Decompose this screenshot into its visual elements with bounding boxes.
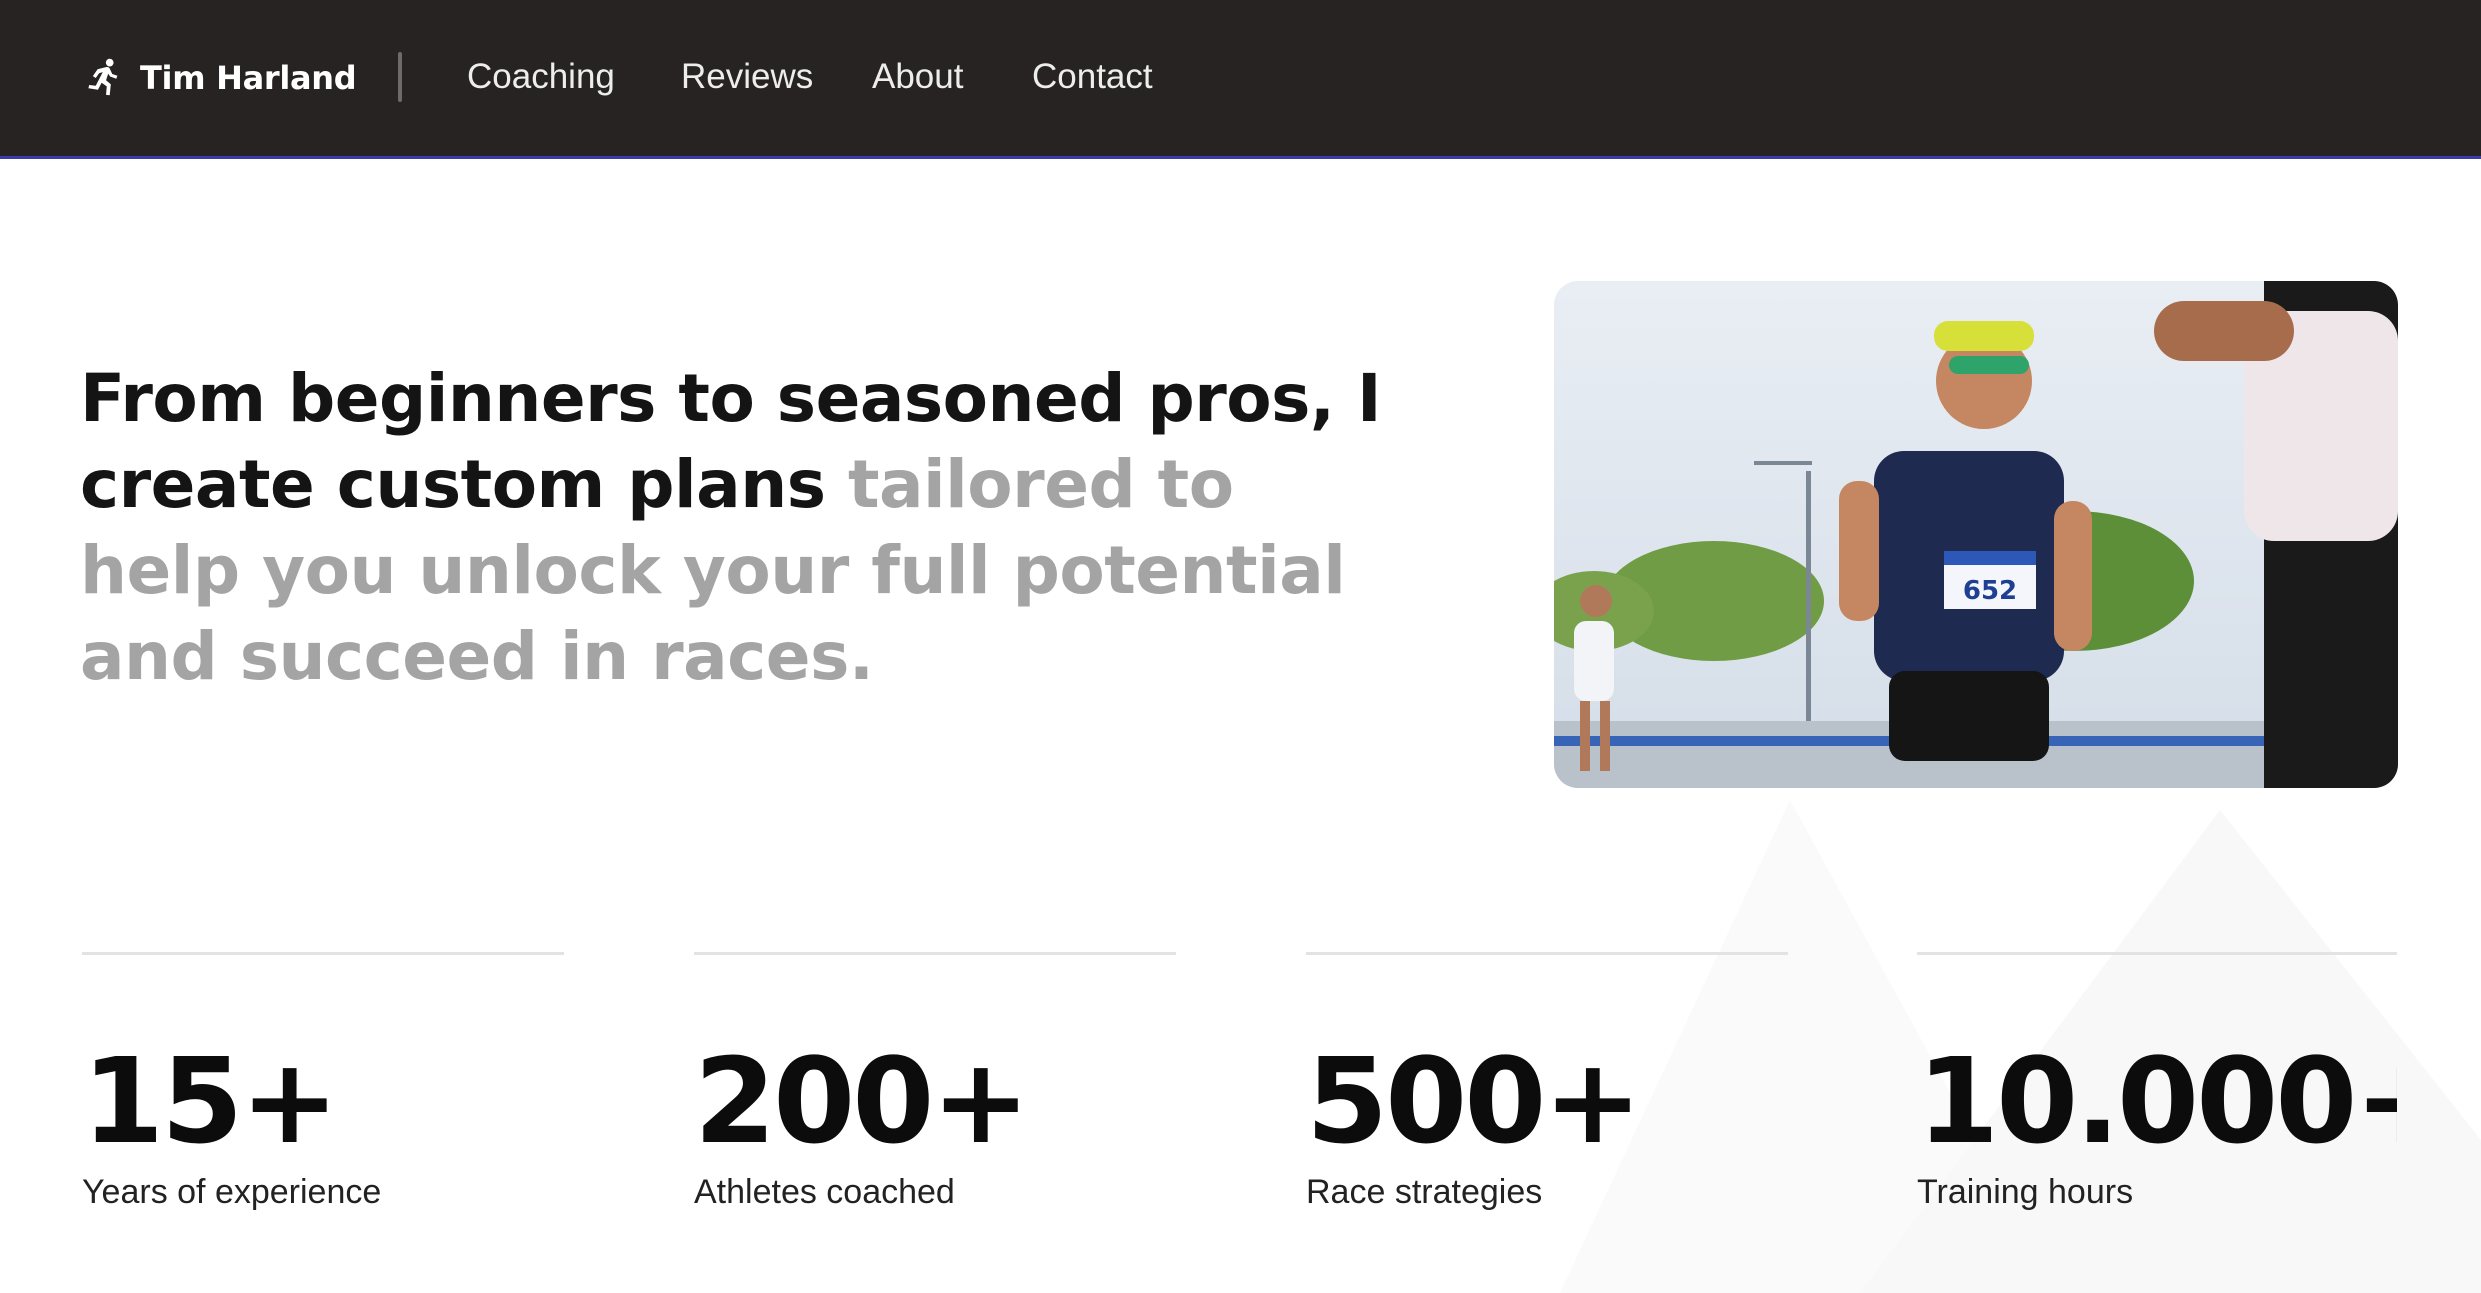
- nav-link-about[interactable]: About: [872, 54, 963, 100]
- stat-race-strategies: 500+ Race strategies: [1306, 952, 1788, 1212]
- stat-divider: [694, 952, 1176, 955]
- nav-link-coaching[interactable]: Coaching: [467, 54, 615, 100]
- race-bib-number: 652: [1963, 576, 2017, 606]
- stat-training-hours: 10.000+ Training hours: [1917, 952, 2397, 1212]
- stat-value: 15+: [82, 1032, 339, 1170]
- stat-athletes-coached: 200+ Athletes coached: [694, 952, 1176, 1212]
- nav-link-reviews[interactable]: Reviews: [681, 54, 813, 100]
- hero-runner-photo: 652: [1554, 281, 2398, 788]
- stat-label: Training hours: [1917, 1173, 2134, 1211]
- stat-divider: [1917, 952, 2397, 955]
- stat-label: Athletes coached: [694, 1173, 955, 1211]
- runner-icon: [80, 56, 124, 100]
- stat-label: Years of experience: [82, 1173, 382, 1211]
- hero-headline: From beginners to seasoned pros, I creat…: [80, 356, 1400, 700]
- nav-divider: [398, 52, 402, 102]
- stat-divider: [1306, 952, 1788, 955]
- stat-value: 500+: [1306, 1032, 1642, 1170]
- top-navigation-bar: Tim Harland Coaching Reviews About Conta…: [0, 0, 2481, 159]
- brand-logo[interactable]: Tim Harland: [80, 52, 357, 104]
- stat-value: 10.000+: [1917, 1032, 2397, 1170]
- brand-name: Tim Harland: [140, 59, 357, 97]
- stat-value: 200+: [694, 1032, 1030, 1170]
- stat-years-experience: 15+ Years of experience: [82, 952, 564, 1212]
- stat-divider: [82, 952, 564, 955]
- stat-label: Race strategies: [1306, 1173, 1543, 1211]
- nav-link-contact[interactable]: Contact: [1032, 54, 1153, 100]
